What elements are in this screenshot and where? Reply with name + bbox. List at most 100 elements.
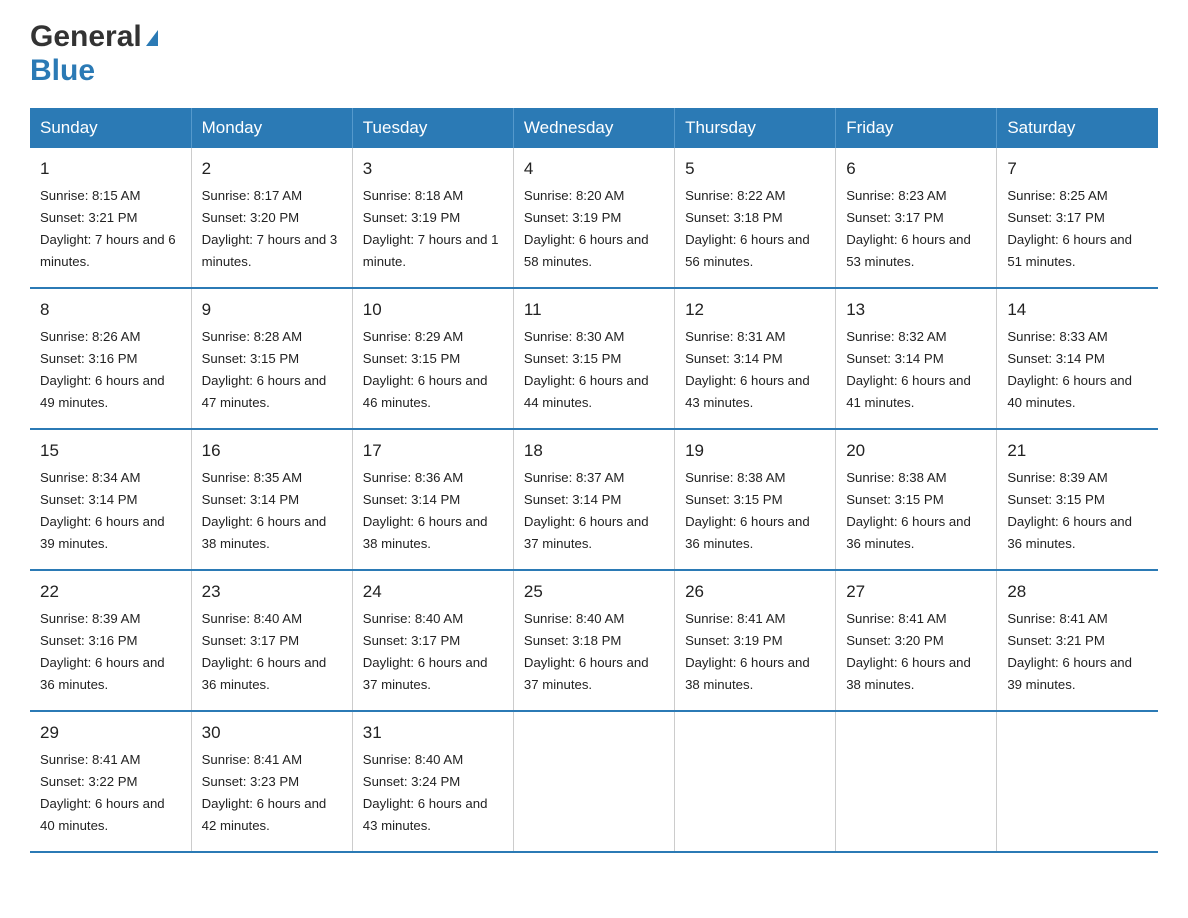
cell-info: Sunrise: 8:35 AMSunset: 3:14 PMDaylight:… <box>202 470 327 551</box>
day-number: 31 <box>363 720 503 746</box>
calendar-week-row: 29 Sunrise: 8:41 AMSunset: 3:22 PMDayligh… <box>30 711 1158 852</box>
calendar-cell: 16 Sunrise: 8:35 AMSunset: 3:14 PMDayligh… <box>191 429 352 570</box>
cell-info: Sunrise: 8:20 AMSunset: 3:19 PMDaylight:… <box>524 188 649 269</box>
logo-arrow-icon <box>146 30 158 46</box>
calendar-cell: 22Sunrise: 8:39 AMSunset: 3:16 PMDayligh… <box>30 570 191 711</box>
calendar-header-row: SundayMondayTuesdayWednesdayThursdayFrid… <box>30 108 1158 148</box>
calendar-cell: 5 Sunrise: 8:22 AMSunset: 3:18 PMDaylight… <box>675 148 836 288</box>
day-number: 1 <box>40 156 181 182</box>
page-header: General Blue <box>30 20 1158 88</box>
cell-info: Sunrise: 8:40 AMSunset: 3:17 PMDaylight:… <box>202 611 327 692</box>
cell-info: Sunrise: 8:31 AMSunset: 3:14 PMDaylight:… <box>685 329 810 410</box>
calendar-cell: 8Sunrise: 8:26 AMSunset: 3:16 PMDaylight… <box>30 288 191 429</box>
cell-info: Sunrise: 8:22 AMSunset: 3:18 PMDaylight:… <box>685 188 810 269</box>
calendar-week-row: 8Sunrise: 8:26 AMSunset: 3:16 PMDaylight… <box>30 288 1158 429</box>
day-number: 8 <box>40 297 181 323</box>
cell-info: Sunrise: 8:18 AMSunset: 3:19 PMDaylight:… <box>363 188 499 269</box>
day-number: 14 <box>1007 297 1148 323</box>
calendar-cell: 30 Sunrise: 8:41 AMSunset: 3:23 PMDayligh… <box>191 711 352 852</box>
day-number: 24 <box>363 579 503 605</box>
day-number: 19 <box>685 438 825 464</box>
header-day-wednesday: Wednesday <box>513 108 674 148</box>
header-day-saturday: Saturday <box>997 108 1158 148</box>
day-number: 2 <box>202 156 342 182</box>
day-number: 26 <box>685 579 825 605</box>
calendar-cell: 7 Sunrise: 8:25 AMSunset: 3:17 PMDaylight… <box>997 148 1158 288</box>
calendar-table: SundayMondayTuesdayWednesdayThursdayFrid… <box>30 108 1158 853</box>
header-day-friday: Friday <box>836 108 997 148</box>
cell-info: Sunrise: 8:36 AMSunset: 3:14 PMDaylight:… <box>363 470 488 551</box>
calendar-cell: 4 Sunrise: 8:20 AMSunset: 3:19 PMDaylight… <box>513 148 674 288</box>
day-number: 9 <box>202 297 342 323</box>
cell-info: Sunrise: 8:39 AMSunset: 3:16 PMDaylight:… <box>40 611 165 692</box>
calendar-cell: 19 Sunrise: 8:38 AMSunset: 3:15 PMDayligh… <box>675 429 836 570</box>
calendar-cell <box>836 711 997 852</box>
cell-info: Sunrise: 8:15 AMSunset: 3:21 PMDaylight:… <box>40 188 176 269</box>
cell-info: Sunrise: 8:38 AMSunset: 3:15 PMDaylight:… <box>846 470 971 551</box>
cell-info: Sunrise: 8:30 AMSunset: 3:15 PMDaylight:… <box>524 329 649 410</box>
calendar-week-row: 1 Sunrise: 8:15 AMSunset: 3:21 PMDaylight… <box>30 148 1158 288</box>
cell-info: Sunrise: 8:40 AMSunset: 3:24 PMDaylight:… <box>363 752 488 833</box>
calendar-cell: 14 Sunrise: 8:33 AMSunset: 3:14 PMDayligh… <box>997 288 1158 429</box>
calendar-cell: 25Sunrise: 8:40 AMSunset: 3:18 PMDayligh… <box>513 570 674 711</box>
day-number: 15 <box>40 438 181 464</box>
calendar-cell: 20 Sunrise: 8:38 AMSunset: 3:15 PMDayligh… <box>836 429 997 570</box>
calendar-cell: 18 Sunrise: 8:37 AMSunset: 3:14 PMDayligh… <box>513 429 674 570</box>
calendar-week-row: 22Sunrise: 8:39 AMSunset: 3:16 PMDayligh… <box>30 570 1158 711</box>
header-day-monday: Monday <box>191 108 352 148</box>
cell-info: Sunrise: 8:40 AMSunset: 3:18 PMDaylight:… <box>524 611 649 692</box>
day-number: 20 <box>846 438 986 464</box>
calendar-cell: 28 Sunrise: 8:41 AMSunset: 3:21 PMDayligh… <box>997 570 1158 711</box>
calendar-cell: 15 Sunrise: 8:34 AMSunset: 3:14 PMDayligh… <box>30 429 191 570</box>
day-number: 29 <box>40 720 181 746</box>
calendar-cell: 12 Sunrise: 8:31 AMSunset: 3:14 PMDayligh… <box>675 288 836 429</box>
calendar-cell: 13Sunrise: 8:32 AMSunset: 3:14 PMDayligh… <box>836 288 997 429</box>
cell-info: Sunrise: 8:37 AMSunset: 3:14 PMDaylight:… <box>524 470 649 551</box>
cell-info: Sunrise: 8:25 AMSunset: 3:17 PMDaylight:… <box>1007 188 1132 269</box>
cell-info: Sunrise: 8:40 AMSunset: 3:17 PMDaylight:… <box>363 611 488 692</box>
day-number: 3 <box>363 156 503 182</box>
day-number: 28 <box>1007 579 1148 605</box>
calendar-cell: 23 Sunrise: 8:40 AMSunset: 3:17 PMDayligh… <box>191 570 352 711</box>
cell-info: Sunrise: 8:41 AMSunset: 3:19 PMDaylight:… <box>685 611 810 692</box>
cell-info: Sunrise: 8:41 AMSunset: 3:22 PMDaylight:… <box>40 752 165 833</box>
cell-info: Sunrise: 8:34 AMSunset: 3:14 PMDaylight:… <box>40 470 165 551</box>
day-number: 27 <box>846 579 986 605</box>
header-day-thursday: Thursday <box>675 108 836 148</box>
calendar-cell <box>675 711 836 852</box>
header-day-sunday: Sunday <box>30 108 191 148</box>
cell-info: Sunrise: 8:23 AMSunset: 3:17 PMDaylight:… <box>846 188 971 269</box>
calendar-cell: 10Sunrise: 8:29 AMSunset: 3:15 PMDayligh… <box>352 288 513 429</box>
day-number: 13 <box>846 297 986 323</box>
calendar-cell: 9Sunrise: 8:28 AMSunset: 3:15 PMDaylight… <box>191 288 352 429</box>
day-number: 5 <box>685 156 825 182</box>
calendar-cell: 26 Sunrise: 8:41 AMSunset: 3:19 PMDayligh… <box>675 570 836 711</box>
logo-blue-text: Blue <box>30 54 95 88</box>
day-number: 4 <box>524 156 664 182</box>
calendar-cell: 29 Sunrise: 8:41 AMSunset: 3:22 PMDayligh… <box>30 711 191 852</box>
calendar-cell <box>513 711 674 852</box>
calendar-week-row: 15 Sunrise: 8:34 AMSunset: 3:14 PMDayligh… <box>30 429 1158 570</box>
day-number: 23 <box>202 579 342 605</box>
day-number: 18 <box>524 438 664 464</box>
cell-info: Sunrise: 8:39 AMSunset: 3:15 PMDaylight:… <box>1007 470 1132 551</box>
day-number: 16 <box>202 438 342 464</box>
day-number: 17 <box>363 438 503 464</box>
cell-info: Sunrise: 8:29 AMSunset: 3:15 PMDaylight:… <box>363 329 488 410</box>
day-number: 11 <box>524 297 664 323</box>
day-number: 30 <box>202 720 342 746</box>
header-day-tuesday: Tuesday <box>352 108 513 148</box>
day-number: 6 <box>846 156 986 182</box>
calendar-cell: 21Sunrise: 8:39 AMSunset: 3:15 PMDayligh… <box>997 429 1158 570</box>
cell-info: Sunrise: 8:33 AMSunset: 3:14 PMDaylight:… <box>1007 329 1132 410</box>
cell-info: Sunrise: 8:41 AMSunset: 3:21 PMDaylight:… <box>1007 611 1132 692</box>
calendar-cell: 6 Sunrise: 8:23 AMSunset: 3:17 PMDaylight… <box>836 148 997 288</box>
logo-general-text: General <box>30 20 142 54</box>
cell-info: Sunrise: 8:38 AMSunset: 3:15 PMDaylight:… <box>685 470 810 551</box>
cell-info: Sunrise: 8:41 AMSunset: 3:20 PMDaylight:… <box>846 611 971 692</box>
calendar-cell: 2Sunrise: 8:17 AMSunset: 3:20 PMDaylight… <box>191 148 352 288</box>
cell-info: Sunrise: 8:41 AMSunset: 3:23 PMDaylight:… <box>202 752 327 833</box>
calendar-cell: 27 Sunrise: 8:41 AMSunset: 3:20 PMDayligh… <box>836 570 997 711</box>
day-number: 12 <box>685 297 825 323</box>
day-number: 7 <box>1007 156 1148 182</box>
